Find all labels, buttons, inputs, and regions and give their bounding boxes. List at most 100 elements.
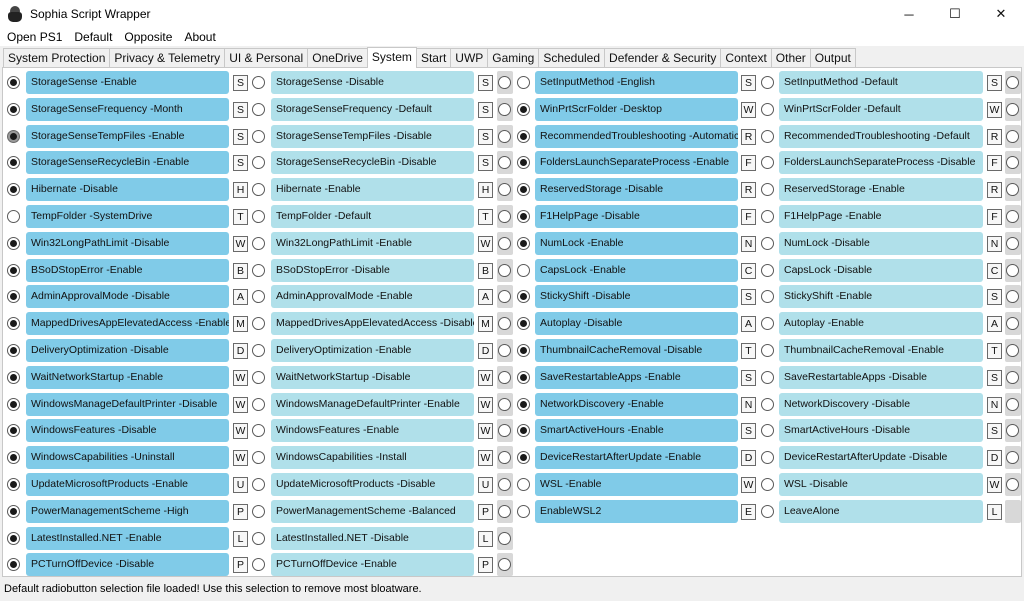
option-b-label[interactable]: F1HelpPage -Enable (779, 204, 983, 228)
option-c-radio[interactable] (1006, 76, 1019, 89)
menu-about[interactable]: About (178, 28, 221, 46)
option-a-label[interactable]: LatestInstalled.NET -Enable (26, 526, 229, 550)
option-b-radio[interactable] (761, 76, 774, 89)
option-b-label[interactable]: LatestInstalled.NET -Disable (271, 526, 474, 550)
option-c-radio[interactable] (1006, 209, 1019, 223)
tab-start[interactable]: Start (415, 48, 452, 67)
option-b-label[interactable]: RecommendedTroubleshooting -Default (779, 124, 983, 148)
option-a-radio[interactable] (517, 102, 530, 116)
tab-scheduled[interactable]: Scheduled (538, 48, 606, 67)
option-b-label[interactable]: PCTurnOffDevice -Enable (271, 553, 474, 577)
tab-privacy-telemetry[interactable]: Privacy & Telemetry (109, 48, 226, 67)
tab-onedrive[interactable]: OneDrive (307, 48, 368, 67)
option-a-label[interactable]: WinPrtScrFolder -Desktop (535, 97, 738, 121)
option-a-label[interactable]: RecommendedTroubleshooting -Automatic (535, 124, 738, 148)
option-b-label[interactable]: DeviceRestartAfterUpdate -Disable (779, 446, 983, 470)
option-b-radio[interactable] (761, 343, 774, 357)
tab-system-protection[interactable]: System Protection (3, 48, 111, 67)
option-b-radio[interactable] (761, 236, 774, 250)
minimize-button[interactable]: ─ (886, 0, 932, 28)
option-a-label[interactable]: SetInputMethod -English (535, 71, 738, 94)
option-a-radio[interactable] (517, 236, 530, 250)
option-b-label[interactable]: NumLock -Disable (779, 231, 983, 255)
tab-defender-security[interactable]: Defender & Security (604, 48, 722, 67)
option-a-radio[interactable] (517, 290, 530, 304)
option-b-label[interactable]: Autoplay -Enable (779, 312, 983, 336)
option-b-label[interactable]: ThumbnailCacheRemoval -Enable (779, 338, 983, 362)
option-b-label[interactable]: FoldersLaunchSeparateProcess -Disable (779, 151, 983, 175)
option-b-radio[interactable] (252, 531, 265, 545)
option-c-radio[interactable] (1006, 263, 1019, 277)
option-a-label[interactable]: DeviceRestartAfterUpdate -Enable (535, 446, 738, 470)
option-b-radio[interactable] (761, 209, 774, 223)
close-button[interactable]: ✕ (978, 0, 1024, 28)
option-a-label[interactable]: ThumbnailCacheRemoval -Disable (535, 338, 738, 362)
option-b-label[interactable]: CapsLock -Disable (779, 258, 983, 282)
option-a-radio[interactable] (517, 504, 530, 518)
option-a-radio[interactable] (517, 397, 530, 411)
menu-default[interactable]: Default (68, 28, 118, 46)
option-a-radio[interactable] (517, 477, 530, 491)
option-c-radio[interactable] (1006, 370, 1019, 384)
option-a-label[interactable]: F1HelpPage -Disable (535, 204, 738, 228)
option-c-radio[interactable] (1006, 236, 1019, 250)
option-a-label[interactable]: SaveRestartableApps -Enable (535, 365, 738, 389)
option-b-label[interactable]: SaveRestartableApps -Disable (779, 365, 983, 389)
option-a-label[interactable]: PCTurnOffDevice -Disable (26, 553, 229, 577)
option-b-radio[interactable] (761, 504, 774, 518)
option-b-radio[interactable] (761, 397, 774, 411)
option-b-label[interactable]: SmartActiveHours -Disable (779, 419, 983, 443)
option-c-radio[interactable] (1006, 129, 1019, 143)
tab-uwp[interactable]: UWP (450, 48, 489, 67)
option-a-radio[interactable] (517, 183, 530, 197)
option-a-radio[interactable] (517, 263, 530, 277)
option-a-label[interactable]: WSL -Enable (535, 472, 738, 496)
option-a-radio[interactable] (7, 531, 20, 545)
option-b-label[interactable]: StickyShift -Enable (779, 285, 983, 309)
option-a-radio[interactable] (517, 129, 530, 143)
option-b-radio[interactable] (761, 263, 774, 277)
option-b-radio[interactable] (761, 477, 774, 491)
option-c-radio[interactable] (1006, 397, 1019, 411)
option-a-radio[interactable] (517, 343, 530, 357)
option-a-radio[interactable] (517, 317, 530, 331)
menu-opposite[interactable]: Opposite (118, 28, 178, 46)
option-b-radio[interactable] (761, 317, 774, 331)
option-b-label[interactable]: NetworkDiscovery -Disable (779, 392, 983, 416)
option-c-radio[interactable] (498, 531, 511, 545)
option-c-radio[interactable] (1006, 102, 1019, 116)
tab-system[interactable]: System (366, 47, 417, 68)
option-a-label[interactable]: ReservedStorage -Disable (535, 178, 738, 202)
tab-ui-personal[interactable]: UI & Personal (224, 48, 309, 67)
option-a-radio[interactable] (7, 558, 20, 572)
option-b-radio[interactable] (761, 183, 774, 197)
option-b-radio[interactable] (761, 290, 774, 304)
option-b-label[interactable]: LeaveAlone (779, 499, 983, 523)
option-a-radio[interactable] (517, 76, 530, 89)
option-b-radio[interactable] (761, 370, 774, 384)
option-b-label[interactable]: WinPrtScrFolder -Default (779, 97, 983, 121)
option-b-label[interactable]: SetInputMethod -Default (779, 71, 983, 94)
tab-output[interactable]: Output (809, 48, 856, 67)
option-b-radio[interactable] (761, 424, 774, 438)
option-b-radio[interactable] (761, 451, 774, 465)
option-a-label[interactable]: NetworkDiscovery -Enable (535, 392, 738, 416)
menu-open-ps1[interactable]: Open PS1 (0, 28, 68, 46)
option-a-label[interactable]: NumLock -Enable (535, 231, 738, 255)
option-c-radio[interactable] (1006, 477, 1019, 491)
option-a-label[interactable]: EnableWSL2 (535, 499, 738, 523)
option-a-radio[interactable] (517, 370, 530, 384)
option-b-radio[interactable] (252, 558, 265, 572)
option-c-radio[interactable] (1006, 343, 1019, 357)
option-b-label[interactable]: ReservedStorage -Enable (779, 178, 983, 202)
option-a-label[interactable]: FoldersLaunchSeparateProcess -Enable (535, 151, 738, 175)
option-b-radio[interactable] (761, 156, 774, 170)
option-a-radio[interactable] (517, 156, 530, 170)
option-a-label[interactable]: SmartActiveHours -Enable (535, 419, 738, 443)
tab-gaming[interactable]: Gaming (487, 48, 540, 67)
tab-context[interactable]: Context (720, 48, 772, 67)
option-a-radio[interactable] (517, 209, 530, 223)
option-a-label[interactable]: Autoplay -Disable (535, 312, 738, 336)
option-a-radio[interactable] (517, 451, 530, 465)
option-a-radio[interactable] (517, 424, 530, 438)
